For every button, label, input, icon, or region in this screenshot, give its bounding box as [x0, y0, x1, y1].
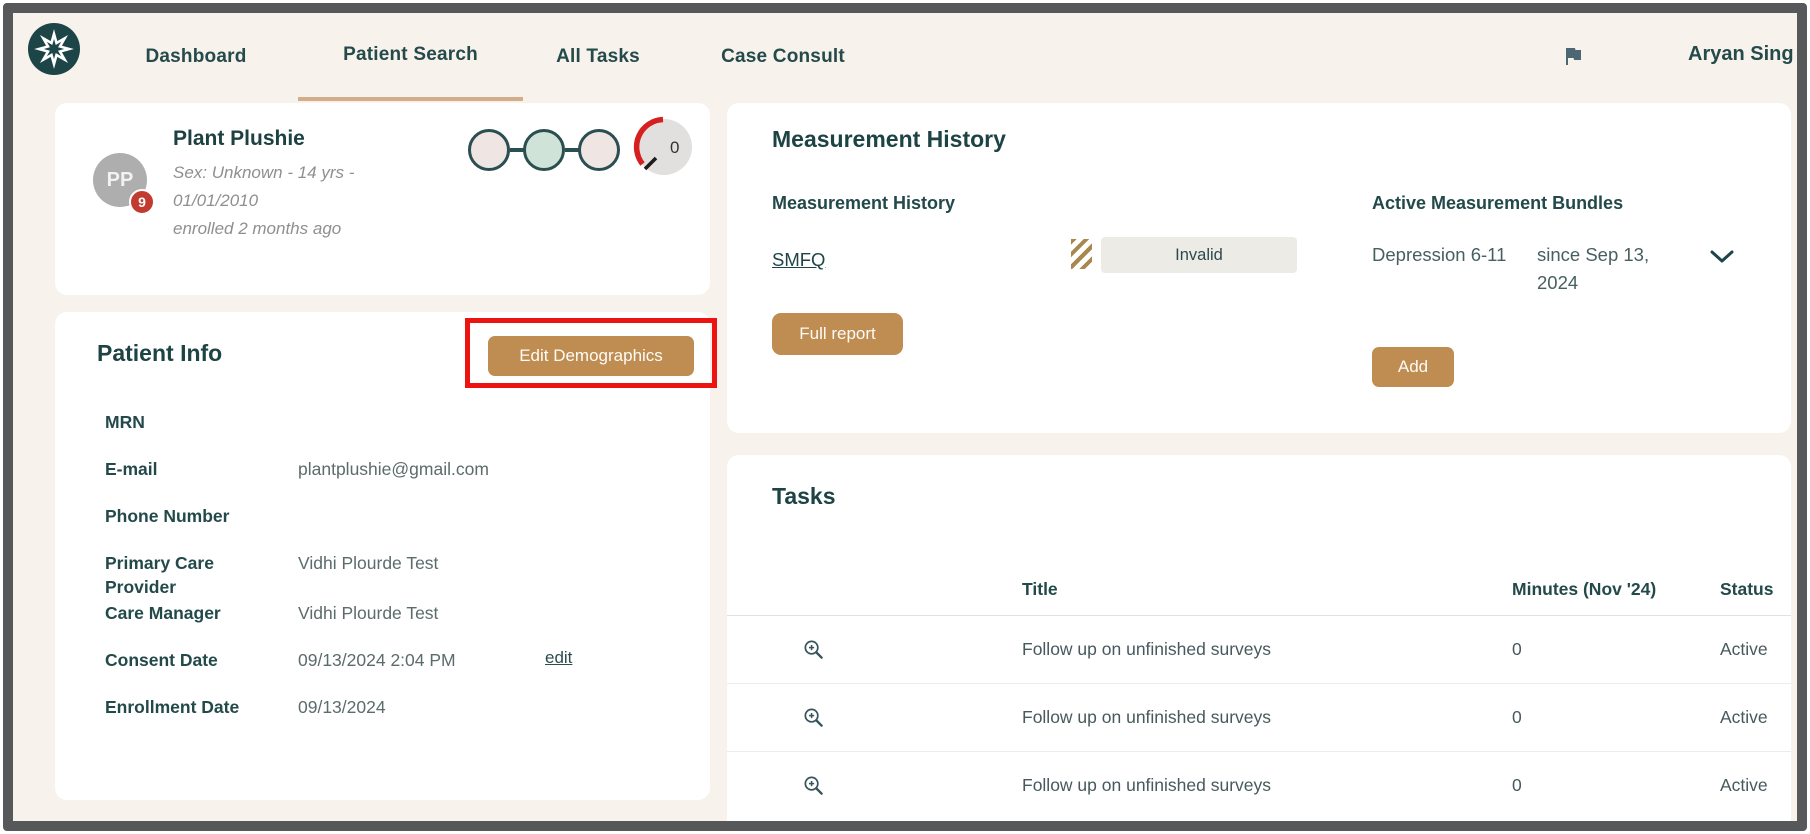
gauge-value: 0: [670, 138, 679, 157]
app-window: Dashboard Patient Search All Tasks Case …: [3, 3, 1807, 831]
patient-info-row: MRN: [105, 408, 665, 455]
title-column-header: Title: [1022, 578, 1058, 599]
step-circle-3: [578, 129, 620, 171]
measurement-history-card: Measurement History Measurement History …: [727, 103, 1791, 433]
measurement-history-subtitle: Measurement History: [772, 193, 956, 213]
task-status: Active: [1720, 639, 1768, 659]
field-value: Vidhi Plourde Test: [298, 603, 439, 623]
patient-summary-card: PP 9 Plant Plushie Sex: Unknown - 14 yrs…: [55, 103, 710, 295]
nav-item-patient-search[interactable]: Patient Search: [298, 13, 523, 101]
field-value: plantplushie@gmail.com: [298, 459, 489, 479]
notification-badge: 9: [129, 189, 155, 215]
task-minutes: 0: [1512, 707, 1522, 727]
minutes-column-header: Minutes (Nov '24): [1512, 578, 1657, 599]
edit-consent-date-link[interactable]: edit: [545, 648, 572, 668]
field-label: Consent Date: [105, 650, 218, 670]
patient-info-row: Primary Care Provider Vidhi Plourde Test: [105, 549, 665, 599]
table-row: Follow up on unfinished surveys 0 Active: [727, 751, 1791, 819]
active-bundles-subtitle: Active Measurement Bundles: [1372, 193, 1624, 213]
task-status: Active: [1720, 775, 1768, 795]
edit-demographics-button[interactable]: Edit Demographics: [488, 336, 694, 376]
patient-dob: 01/01/2010: [173, 191, 259, 210]
score-gauge: 0: [633, 116, 692, 175]
task-title: Follow up on unfinished surveys: [1022, 775, 1272, 795]
task-title: Follow up on unfinished surveys: [1022, 707, 1272, 727]
patient-info-title: Patient Info: [97, 340, 223, 366]
nav-item-dashboard[interactable]: Dashboard: [131, 13, 261, 101]
task-minutes: 0: [1512, 775, 1522, 795]
field-label: MRN: [105, 412, 145, 432]
top-nav: Dashboard Patient Search All Tasks Case …: [13, 13, 1797, 103]
zoom-in-icon[interactable]: [802, 706, 1022, 729]
bundle-since-date: since Sep 13, 2024: [1537, 244, 1650, 293]
full-report-button[interactable]: Full report: [772, 313, 903, 355]
smfq-link[interactable]: SMFQ: [772, 249, 825, 271]
red-highlight-annotation: Edit Demographics: [465, 318, 717, 388]
task-status: Active: [1720, 707, 1768, 727]
status-badge: Invalid: [1101, 237, 1297, 273]
tasks-title: Tasks: [772, 483, 836, 509]
status-column-header: Status: [1720, 578, 1774, 599]
bundle-name: Depression 6-11: [1372, 244, 1507, 265]
nav-item-all-tasks[interactable]: All Tasks: [543, 13, 653, 101]
patient-sex-age: Sex: Unknown - 14 yrs -: [173, 163, 355, 182]
patient-info-row: Consent Date 09/13/2024 2:04 PM edit: [105, 646, 665, 693]
zoom-in-icon[interactable]: [802, 774, 1022, 797]
field-label: Phone Number: [105, 506, 230, 526]
measurement-history-title: Measurement History: [772, 126, 1006, 152]
invalid-striped-icon: [1071, 239, 1092, 269]
patient-info-row: Enrollment Date 09/13/2024: [105, 693, 665, 740]
field-label: Enrollment Date: [105, 697, 240, 717]
chevron-down-icon[interactable]: [1709, 249, 1735, 265]
progress-stepper: [461, 120, 626, 180]
field-label: E-mail: [105, 459, 158, 479]
tasks-table-header: Title Minutes (Nov '24) Status: [727, 563, 1791, 615]
patient-name: Plant Plushie: [173, 127, 305, 150]
patient-info-row: Care Manager Vidhi Plourde Test: [105, 599, 665, 646]
tasks-table: Title Minutes (Nov '24) Status Follow up…: [727, 563, 1791, 819]
field-label: Primary Care Provider: [105, 553, 214, 597]
patient-info-row: E-mail plantplushie@gmail.com: [105, 455, 665, 502]
field-value: 09/13/2024 2:04 PM: [298, 650, 456, 670]
patient-info-fields: MRN E-mail plantplushie@gmail.com Phone Num…: [105, 408, 665, 740]
step-connector: [565, 148, 579, 152]
step-connector: [510, 148, 524, 152]
step-circle-2: [523, 129, 565, 171]
field-label: Care Manager: [105, 603, 221, 623]
table-row: Follow up on unfinished surveys 0 Active: [727, 615, 1791, 683]
field-value: 09/13/2024: [298, 697, 386, 717]
starburst-logo-icon[interactable]: [28, 23, 80, 75]
user-menu[interactable]: Aryan Sing: [1688, 43, 1797, 66]
patient-enrolled: enrolled 2 months ago: [173, 219, 342, 238]
tasks-card: Tasks Title Minutes (Nov '24) Status Fol…: [727, 455, 1791, 821]
add-bundle-button[interactable]: Add: [1372, 347, 1454, 387]
tasks-rows: Follow up on unfinished surveys 0 Active Fo…: [727, 615, 1791, 819]
flag-icon[interactable]: [1561, 44, 1585, 68]
patient-demographics: Sex: Unknown - 14 yrs - 01/01/2010 enrol…: [173, 159, 354, 243]
step-circle-1: [468, 129, 510, 171]
patient-info-card: Patient Info Edit Demographics MRN E-mail…: [55, 312, 717, 800]
nav-item-case-consult[interactable]: Case Consult: [703, 13, 863, 101]
field-value: Vidhi Plourde Test: [298, 553, 439, 573]
zoom-in-icon[interactable]: [802, 638, 1022, 661]
task-minutes: 0: [1512, 639, 1522, 659]
patient-info-row: Phone Number: [105, 502, 665, 549]
table-row: Follow up on unfinished surveys 0 Active: [727, 683, 1791, 751]
task-title: Follow up on unfinished surveys: [1022, 639, 1272, 659]
